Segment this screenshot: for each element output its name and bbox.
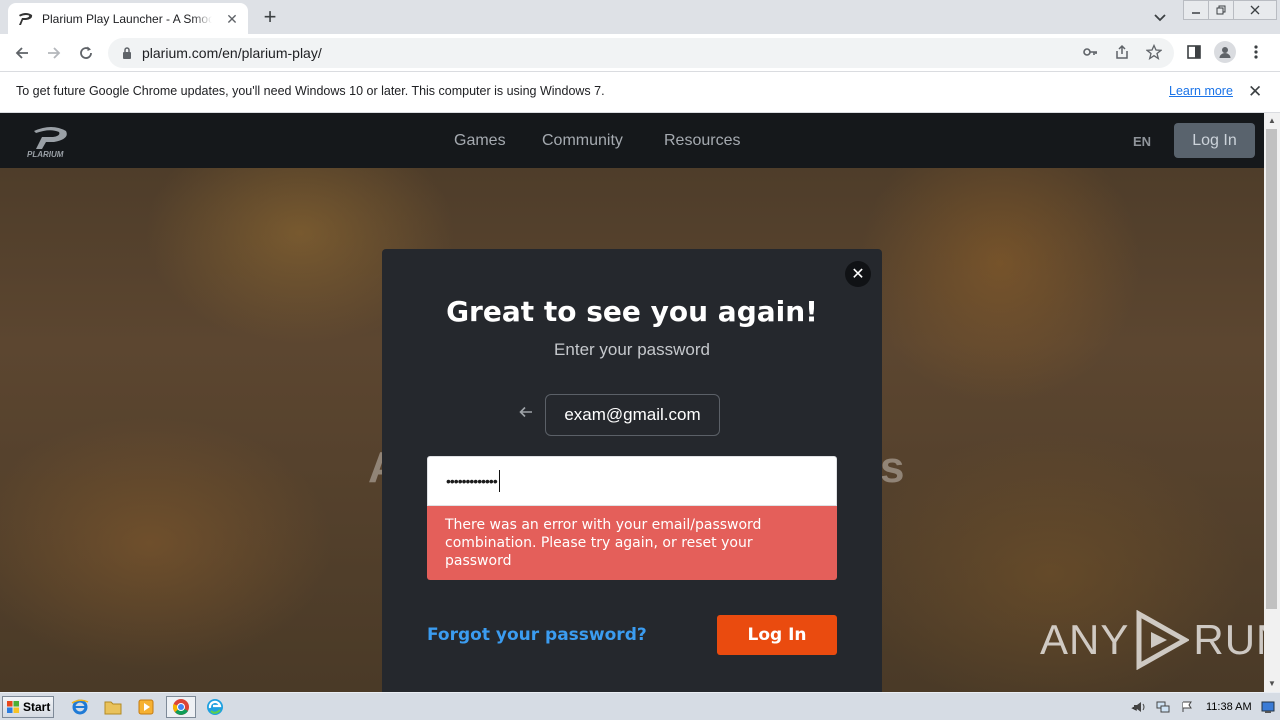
email-chip[interactable]: exam@gmail.com xyxy=(545,394,720,436)
nav-community-link[interactable]: Community xyxy=(542,132,623,150)
anyrun-watermark: ANY RUN xyxy=(1040,610,1264,670)
scroll-down-icon[interactable]: ▼ xyxy=(1267,679,1277,689)
scroll-thumb[interactable] xyxy=(1266,129,1277,609)
login-button[interactable]: Log In xyxy=(717,615,837,655)
restore-window-button[interactable] xyxy=(1208,0,1234,20)
watermark-right-text: RUN xyxy=(1193,616,1264,663)
infobar-close-icon[interactable]: ✕ xyxy=(1248,82,1262,102)
start-label: Start xyxy=(23,700,51,714)
volume-icon[interactable] xyxy=(1132,700,1148,714)
login-modal: ✕ Great to see you again! Enter your pas… xyxy=(382,249,882,692)
bookmark-star-icon[interactable] xyxy=(1144,42,1164,62)
password-mask: ••••••••••••• xyxy=(446,473,498,489)
close-window-button[interactable] xyxy=(1233,0,1277,20)
media-player-icon[interactable] xyxy=(135,697,157,717)
back-arrow-icon[interactable] xyxy=(10,41,34,65)
network-icon[interactable] xyxy=(1155,700,1171,714)
tab-search-chevron-icon[interactable] xyxy=(1150,7,1170,27)
browser-tab[interactable]: Plarium Play Launcher - A Smoother Exper… xyxy=(8,3,248,34)
modal-title: Great to see you again! xyxy=(446,295,818,328)
back-arrow-icon[interactable] xyxy=(519,405,533,423)
update-infobar: To get future Google Chrome updates, you… xyxy=(0,72,1280,113)
share-icon[interactable] xyxy=(1112,42,1132,62)
text-caret xyxy=(498,470,500,492)
internet-explorer-icon[interactable] xyxy=(69,697,91,717)
tab-strip: Plarium Play Launcher - A Smoother Exper… xyxy=(0,0,1280,34)
chrome-menu-icon[interactable] xyxy=(1246,42,1266,62)
new-tab-button[interactable]: + xyxy=(258,6,282,30)
forward-arrow-icon[interactable] xyxy=(42,41,66,65)
scroll-up-icon[interactable]: ▲ xyxy=(1267,116,1277,126)
reload-icon[interactable] xyxy=(74,41,98,65)
modal-close-button[interactable]: ✕ xyxy=(845,261,871,287)
learn-more-link[interactable]: Learn more xyxy=(1169,84,1233,98)
start-button[interactable]: Start xyxy=(2,696,54,718)
play-logo-icon xyxy=(1136,610,1190,670)
chrome-taskbar-icon[interactable] xyxy=(166,696,196,718)
forgot-password-link[interactable]: Forgot your password? xyxy=(427,625,647,645)
site-header: PLARIUM Games Community Resources EN Log… xyxy=(0,113,1264,168)
header-login-button[interactable]: Log In xyxy=(1174,123,1255,158)
browser-toolbar: plarium.com/en/plarium-play/ xyxy=(0,34,1280,72)
nav-resources-link[interactable]: Resources xyxy=(664,132,740,150)
tab-close-icon[interactable]: ✕ xyxy=(224,11,240,27)
action-center-flag-icon[interactable] xyxy=(1179,700,1195,714)
address-bar[interactable]: plarium.com/en/plarium-play/ xyxy=(108,38,1174,68)
show-desktop-icon[interactable] xyxy=(1260,700,1276,714)
language-selector[interactable]: EN xyxy=(1133,134,1151,149)
taskbar-clock: 11:38 AM xyxy=(1206,701,1252,713)
lock-icon[interactable] xyxy=(120,46,134,60)
nav-games-link[interactable]: Games xyxy=(454,132,506,150)
minimize-window-button[interactable] xyxy=(1183,0,1209,20)
key-icon[interactable] xyxy=(1080,42,1100,62)
hero-headline-right: s xyxy=(880,443,905,492)
windows-taskbar: Start ◂ 11:38 AM xyxy=(0,692,1280,720)
infobar-message: To get future Google Chrome updates, you… xyxy=(16,84,605,98)
password-field[interactable]: ••••••••••••• xyxy=(427,456,837,506)
file-explorer-icon[interactable] xyxy=(102,697,124,717)
tab-title: Plarium Play Launcher - A Smoother Exper… xyxy=(42,11,212,26)
windows-flag-icon xyxy=(7,701,19,713)
profile-avatar-icon[interactable] xyxy=(1214,41,1236,63)
plarium-favicon-icon xyxy=(18,11,34,27)
svg-text:PLARIUM: PLARIUM xyxy=(27,150,64,159)
error-message: There was an error with your email/passw… xyxy=(427,506,837,580)
edge-icon[interactable] xyxy=(204,697,226,717)
modal-subtitle: Enter your password xyxy=(554,340,710,359)
page-scrollbar[interactable]: ▲ ▼ xyxy=(1264,113,1280,692)
page-content: PLARIUM Games Community Resources EN Log… xyxy=(0,113,1264,692)
side-panel-icon[interactable] xyxy=(1184,42,1204,62)
url-text: plarium.com/en/plarium-play/ xyxy=(142,45,322,61)
plarium-logo[interactable]: PLARIUM xyxy=(26,123,76,159)
watermark-left-text: ANY xyxy=(1040,616,1130,663)
